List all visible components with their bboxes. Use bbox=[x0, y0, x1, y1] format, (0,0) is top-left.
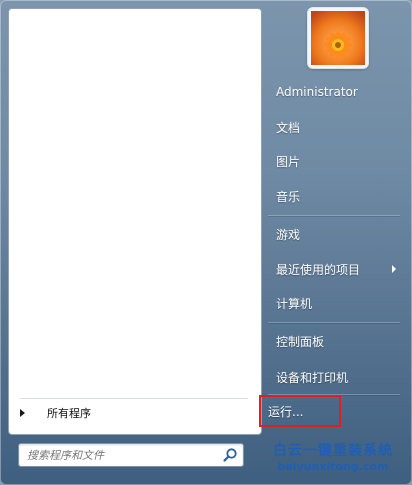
user-picture[interactable] bbox=[308, 8, 368, 68]
menu-divider bbox=[268, 215, 400, 216]
menu-item-control-panel[interactable]: 控制面板 bbox=[268, 330, 400, 352]
menu-item-label: 计算机 bbox=[276, 296, 313, 311]
all-programs-label: 所有程序 bbox=[47, 407, 91, 420]
user-name-link[interactable]: Administrator bbox=[268, 81, 400, 103]
watermark-title: 白云一键重装系统 bbox=[273, 443, 393, 459]
menu-item-label: 最近使用的项目 bbox=[276, 262, 361, 277]
submenu-arrow-icon bbox=[392, 265, 396, 273]
programs-list-pane bbox=[8, 8, 262, 435]
right-arrow-icon bbox=[20, 409, 25, 417]
menu-item-run[interactable]: 运行... bbox=[259, 395, 341, 427]
menu-item-label: 设备和打印机 bbox=[276, 370, 349, 385]
menu-item-label: 游戏 bbox=[276, 227, 301, 242]
menu-item-recent-items[interactable]: 最近使用的项目 bbox=[268, 258, 400, 280]
menu-item-label: 运行... bbox=[268, 404, 304, 419]
menu-item-label: 音乐 bbox=[276, 189, 301, 204]
all-programs-button[interactable]: 所有程序 bbox=[8, 402, 260, 424]
menu-item-music[interactable]: 音乐 bbox=[268, 185, 400, 207]
menu-item-label: 图片 bbox=[276, 154, 301, 169]
start-menu: 所有程序 搜索程序和文件 Administrator 文档 图片 音乐 游戏 最… bbox=[0, 0, 412, 485]
menu-item-pictures[interactable]: 图片 bbox=[268, 150, 400, 172]
menu-item-label: 控制面板 bbox=[276, 334, 325, 349]
flower-avatar-icon bbox=[311, 11, 365, 65]
search-input[interactable] bbox=[25, 446, 219, 464]
search-icon[interactable] bbox=[222, 447, 238, 463]
menu-divider bbox=[268, 394, 400, 395]
menu-item-documents[interactable]: 文档 bbox=[268, 116, 400, 138]
menu-item-computer[interactable]: 计算机 bbox=[268, 292, 400, 314]
menu-item-games[interactable]: 游戏 bbox=[268, 223, 400, 245]
watermark: 白云一键重装系统 baiyunxitong.com bbox=[258, 440, 408, 482]
menu-item-devices-printers[interactable]: 设备和打印机 bbox=[268, 366, 400, 388]
search-box[interactable] bbox=[18, 443, 244, 467]
watermark-url: baiyunxitong.com bbox=[277, 460, 389, 473]
programs-divider bbox=[20, 398, 248, 399]
menu-item-label: 文档 bbox=[276, 120, 301, 135]
user-name-label: Administrator bbox=[276, 85, 358, 99]
menu-divider bbox=[268, 322, 400, 323]
